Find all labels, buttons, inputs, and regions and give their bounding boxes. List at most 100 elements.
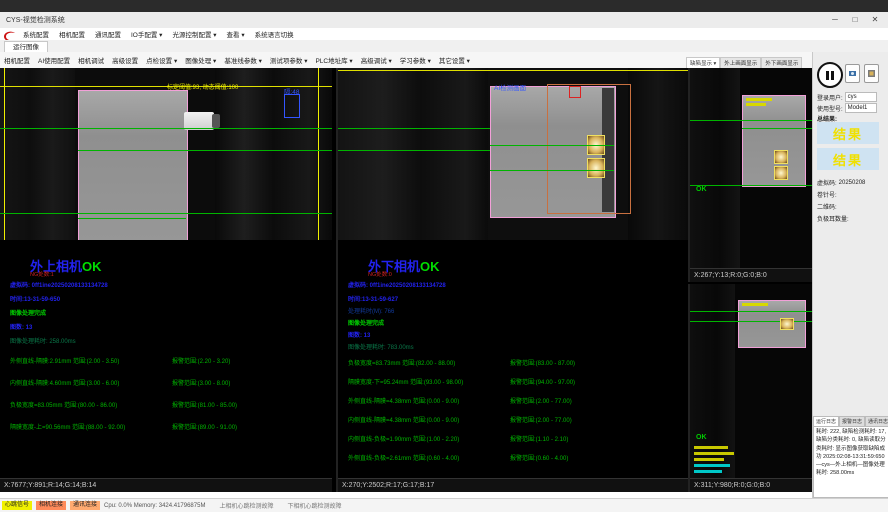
alarm-row: 报警范围:(2.00 - 77.00) [510,396,572,405]
menu-item-comm-config[interactable]: 通讯配置 [95,29,121,39]
window-controls: ─ □ ✕ [826,13,884,26]
upper-camera-fault-text: 上相机心跳检测故障 [219,501,273,510]
alarm-row: 报警范围:(89.00 - 91.00) [172,422,237,431]
title-bar: CYS-视觉检测系统 ─ □ ✕ [0,12,888,29]
menu-item-system-config[interactable]: 系统配置 [23,29,49,39]
preview-cell-region [738,300,806,348]
result-box-upper: 结果 [817,122,879,144]
main-area: 标定阈值:93, 动态阈值:100 隔:48 外上相机OK NG处数:1 虚拟码… [0,68,812,492]
tab-glow-2 [587,158,605,178]
measure-row: 负极宽度=83.73mm 范围:(82.00 - 88.00) [348,358,455,367]
gap-marker-box [284,94,300,118]
annotation-marks [694,470,722,473]
camera-tool-button-1[interactable] [845,64,860,83]
annotation-marks [746,98,772,101]
minimize-icon[interactable]: ─ [826,13,844,26]
alarm-row: 报警范围:(1.10 - 2.10) [510,434,568,443]
preview-panel-upper[interactable]: OK X:267;Y:13;R:0;G:0;B:0 [688,68,814,282]
toolbar-test-params[interactable]: 测试项参数 ▾ [270,55,308,65]
camera-connect-status-badge: 相机连接 [36,501,66,510]
close-icon[interactable]: ✕ [866,13,884,26]
alarm-row: 报警范围:(81.00 - 85.00) [172,400,237,409]
ai-view-overlay-text: AI检测画面 [494,82,526,92]
sidebar: 登录用户: cys 使用型号: Model1 总结果: 结果 结果 虚拟码: 2… [812,52,888,498]
lower-camera-fault-text: 下相机心跳检测故障 [287,501,341,510]
measure-row: 隔膜宽度-下=95.24mm 范围:(93.00 - 98.00) [348,377,463,386]
preview-panel-lower[interactable]: OK X:311;Y:980;R:0;G:0;B:0 [688,284,814,492]
app-window: CYS-视觉检测系统 ─ □ ✕ 系统配置 相机配置 通讯配置 IO手配置 ▾ … [0,0,888,522]
annotation-marks [742,303,768,306]
measure-row: 内侧直线-隔膜=4.38mm 范围:(0.00 - 9.00) [348,415,459,424]
needle-number-field: 卷针号: [817,190,887,199]
menu-item-light-config[interactable]: 光源控制配置 ▾ [172,29,216,39]
toolbar-camera-config[interactable]: 相机配置 [4,55,30,65]
virtual-code-value: 20250208 [839,180,866,186]
menu-item-io-config[interactable]: IO手配置 ▾ [131,29,162,39]
toolbar-advanced-debug[interactable]: 高级调试 ▾ [361,55,392,65]
login-user-value[interactable]: cys [845,92,877,102]
alarm-row: 报警范围:(2.20 - 3.20) [172,356,230,365]
alarm-row: 报警范围:(3.00 - 8.00) [172,378,230,387]
toolbar-learn-params[interactable]: 学习参数 ▾ [400,55,431,65]
app-logo-icon [2,29,18,40]
alarm-row: 报警范围:(0.60 - 4.00) [510,453,568,462]
process-done-upper: 图像处理完成 [10,308,46,317]
preview-coords-upper: X:267;Y:13;R:0;G:0;B:0 [690,268,814,282]
defect-marker [569,86,581,98]
preview-coords-lower: X:311;Y:980;R:0;G:0;B:0 [690,478,814,492]
ng-count-lower: NG处数:0 [368,270,392,278]
log-output[interactable]: 耗时: 222, 缺陷检测耗时: 17, 缺陷分类耗时: 0, 缺陷读取分类耗时… [813,426,888,498]
preview-tab-lower[interactable]: 外下画面显示 [761,57,802,68]
desktop-strip [0,0,888,12]
measure-row: 外侧直线-负极=2.61mm 范围:(0.60 - 4.00) [348,453,459,462]
comm-connect-status-badge: 通讯连接 [70,501,100,510]
login-user-field: 登录用户: cys [817,92,887,102]
preview-ok-lower: OK [696,434,707,441]
cpu-memory-status: Cpu: 0.0% Memory: 3424.41796875M [104,503,205,509]
menu-bar: 系统配置 相机配置 通讯配置 IO手配置 ▾ 光源控制配置 ▾ 查看 ▾ 系统语… [0,28,888,40]
alarm-row: 报警范围:(94.00 - 97.00) [510,377,575,386]
toolbar-spotcheck[interactable]: 点检设置 ▾ [146,55,177,65]
defect-display-dropdown[interactable]: 缺陷显示 ▾ [686,57,720,68]
annotation-marks [694,446,728,449]
log-tab-comm[interactable]: 通讯日志 [865,416,888,426]
process-done-lower: 图像处理完成 [348,318,384,327]
ng-count-upper: NG处数:1 [30,270,54,278]
annotation-marks [746,103,766,106]
elapsed-upper: 图像处理耗时: 258.00ms [10,336,76,345]
toolbar-camera-debug[interactable]: 相机调试 [78,55,104,65]
toolbar-image-process[interactable]: 图像处理 ▾ [185,55,216,65]
tab-count-field: 负极耳数量: [817,214,887,223]
time-lower: 时间:13-31-59-627 [348,294,398,303]
annotation-marks [694,452,734,455]
extra-elapsed-lower: 处理耗时(M): 766 [348,306,394,315]
annotation-marks [694,464,730,467]
pause-button[interactable] [817,62,843,88]
measure-row: 内侧直线-负极=1.90mm 范围:(1.00 - 2.20) [348,434,459,443]
camera-panel-lower: AI检测画面 外下相机OK NG处数:0 虚拟码: 0ff1ine2025020… [336,68,688,492]
pixel-coords-lower: X:270;Y:2502;R:17;G:17;B:17 [338,478,688,492]
camera-tool-button-2[interactable] [864,64,879,83]
toolbar-ai-config[interactable]: AI使用配置 [38,55,70,65]
measure-row: 内侧直线-隔膜:4.60mm 范围:(3.00 - 6.00) [10,378,119,387]
camera-image-lower: AI检测画面 [338,68,688,240]
alarm-row: 报警范围:(83.00 - 87.00) [510,358,575,367]
log-tab-alarm[interactable]: 报警日志 [839,416,865,426]
toolbar-advanced-settings[interactable]: 高级设置 [112,55,138,65]
log-tab-strip: 运行日志 报警日志 通讯日志 [813,416,888,426]
log-tab-run[interactable]: 运行日志 [813,416,839,426]
time-upper: 时间:13-31-59-650 [10,294,60,303]
menu-item-language[interactable]: 系统语言切换 [255,29,294,39]
measure-row: 外侧直线-隔膜=4.38mm 范围:(0.00 - 9.00) [348,396,459,405]
toolbar-baseline-params[interactable]: 基准线参数 ▾ [224,55,262,65]
model-value[interactable]: Model1 [845,103,877,113]
measure-row: 负极宽度=83.05mm 范围:(80.00 - 86.00) [10,400,117,409]
preview-tab-upper[interactable]: 外上画面显示 [720,57,761,68]
toolbar-plc-address[interactable]: PLC地址库 ▾ [315,55,352,65]
menu-item-camera-config[interactable]: 相机配置 [59,29,85,39]
menu-item-view[interactable]: 查看 ▾ [227,29,245,39]
pixel-coords-upper: X:7677;Y:891;R:14;G:14;B:14 [0,478,332,492]
alarm-row: 报警范围:(2.00 - 77.00) [510,415,572,424]
maximize-icon[interactable]: □ [846,13,864,26]
toolbar-other-settings[interactable]: 其它设置 ▾ [439,55,470,65]
